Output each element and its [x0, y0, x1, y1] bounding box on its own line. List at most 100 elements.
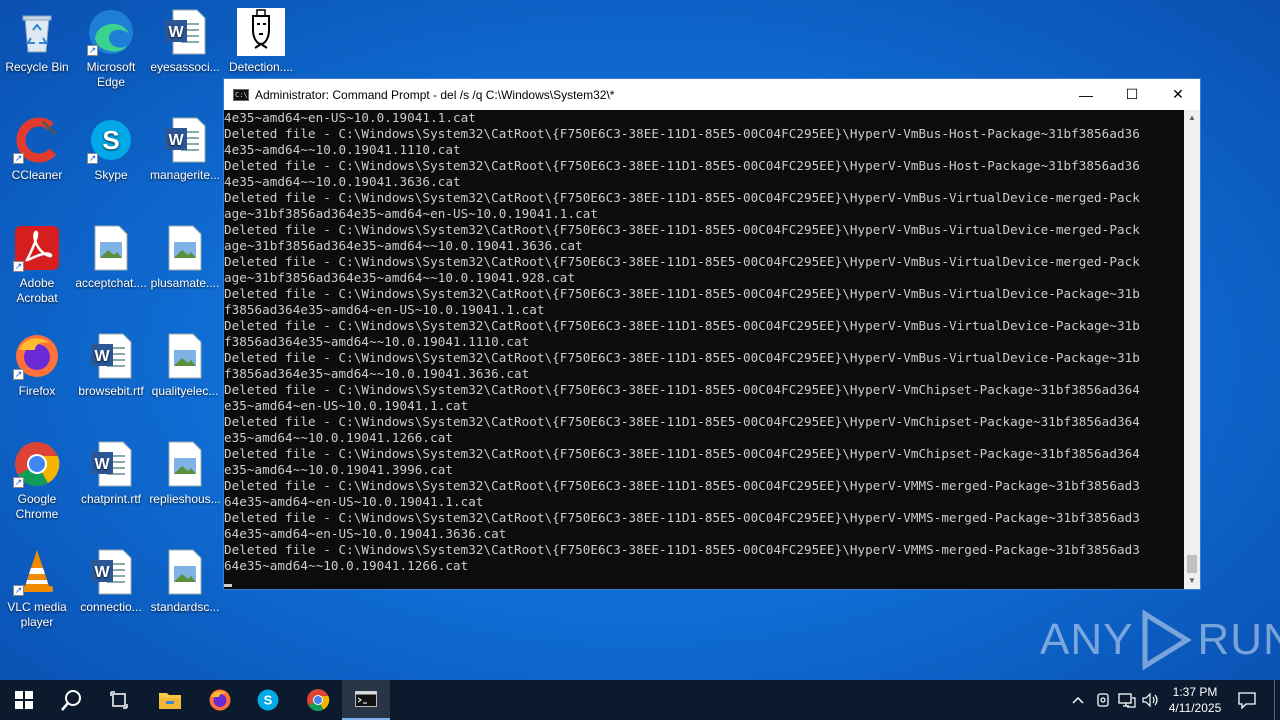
- ccleaner-icon: ↗: [13, 116, 62, 164]
- chevron-up-icon: [1072, 696, 1084, 704]
- maximize-icon: ☐: [1125, 86, 1139, 102]
- command-prompt-icon: C:\: [233, 88, 249, 101]
- desktop-icon-label: acceptchat....: [75, 276, 147, 290]
- desktop-icon-detection[interactable]: Detection....: [224, 8, 298, 75]
- window-title: Administrator: Command Prompt - del /s /…: [255, 87, 615, 102]
- maximize-button[interactable]: ☐: [1109, 79, 1155, 110]
- command-prompt-window[interactable]: C:\ Administrator: Command Prompt - del …: [223, 78, 1201, 590]
- scroll-down-arrow-icon[interactable]: ▼: [1184, 573, 1200, 589]
- search-button[interactable]: [48, 680, 96, 720]
- shortcut-arrow-icon: ↗: [13, 261, 24, 272]
- close-button[interactable]: ✕: [1155, 79, 1201, 110]
- taskbar-chrome[interactable]: [294, 680, 342, 720]
- shortcut-arrow-icon: ↗: [87, 153, 98, 164]
- desktop-icon-label: Microsoft Edge: [86, 60, 136, 89]
- start-button[interactable]: [0, 680, 48, 720]
- desktop-icon-label: Recycle Bin: [5, 60, 69, 74]
- desktop-icon-eyesassoci[interactable]: W eyesassoci...: [148, 8, 222, 75]
- tray-volume-button[interactable]: [1140, 680, 1162, 720]
- command-prompt-icon: [355, 691, 377, 707]
- watermark-text-right: RUN: [1197, 615, 1280, 664]
- word-document-icon: W: [87, 548, 135, 596]
- console-text: 4e35~amd64~en-US~10.0.19041.1.cat Delete…: [224, 110, 1140, 573]
- close-icon: ✕: [1172, 86, 1184, 102]
- image-file-icon: [161, 440, 209, 488]
- desktop-icon-recycle-bin[interactable]: Recycle Bin: [0, 8, 74, 75]
- scroll-up-arrow-icon[interactable]: ▲: [1184, 110, 1200, 126]
- desktop-icon-chatprint[interactable]: W chatprint.rtf: [74, 440, 148, 507]
- desktop-icon-managerite[interactable]: W managerite...: [148, 116, 222, 183]
- image-file-icon: [161, 224, 209, 272]
- scrollbar-thumb[interactable]: [1187, 555, 1197, 573]
- vlc-cone-icon: ↗: [13, 548, 61, 596]
- task-view-button[interactable]: [96, 680, 144, 720]
- desktop-icon-adobe-acrobat[interactable]: ↗ Adobe Acrobat: [0, 224, 74, 306]
- play-logo-icon: [1142, 610, 1193, 670]
- desktop-icon-google-chrome[interactable]: ↗ Google Chrome: [0, 440, 74, 522]
- svg-text:S: S: [102, 125, 119, 155]
- desktop-icon-label: plusamate....: [150, 276, 220, 290]
- taskbar-command-prompt[interactable]: [342, 680, 390, 720]
- desktop-icon-label: Adobe Acrobat: [16, 276, 58, 305]
- taskbar-clock[interactable]: 1:37 PM 4/11/2025: [1160, 684, 1230, 716]
- desktop-icon-standardsc[interactable]: standardsc...: [148, 548, 222, 615]
- minimize-icon: —: [1079, 86, 1093, 103]
- firefox-icon: ↗: [13, 332, 61, 380]
- show-hidden-icons-button[interactable]: [1068, 680, 1088, 720]
- image-file-icon: [161, 332, 209, 380]
- chrome-icon: [307, 689, 330, 711]
- desktop-icon-vlc[interactable]: ↗ VLC media player: [0, 548, 74, 630]
- notification-icon: [1238, 692, 1256, 709]
- desktop-icon-label: Firefox: [18, 384, 56, 398]
- word-document-icon: W: [87, 440, 135, 488]
- desktop-icon-browsebit[interactable]: W browsebit.rtf: [74, 332, 148, 399]
- desktop-icon-qualityelec[interactable]: qualityelec...: [148, 332, 222, 399]
- console-cursor: [224, 584, 232, 587]
- skype-icon: S ↗: [87, 116, 135, 164]
- desktop-icon-firefox[interactable]: ↗ Firefox: [0, 332, 74, 399]
- minimize-button[interactable]: —: [1063, 79, 1109, 110]
- adobe-acrobat-icon: ↗: [13, 224, 61, 272]
- desktop-icon-label: managerite...: [149, 168, 221, 182]
- svg-text:S: S: [264, 693, 273, 708]
- svg-text:W: W: [94, 564, 110, 581]
- desktop-icon-label: eyesassoci...: [150, 60, 220, 74]
- taskbar-skype[interactable]: S: [244, 680, 292, 720]
- chrome-icon: ↗: [13, 440, 61, 488]
- desktop-icon-acceptchat[interactable]: acceptchat....: [74, 224, 148, 291]
- clock-time: 1:37 PM: [1172, 685, 1218, 699]
- desktop-icon-label: standardsc...: [150, 600, 220, 614]
- windows-logo-icon: [15, 691, 33, 709]
- svg-text:W: W: [168, 24, 184, 41]
- anyrun-watermark: ANY RUN: [1040, 610, 1280, 670]
- show-desktop-button[interactable]: [1274, 680, 1275, 720]
- window-titlebar[interactable]: C:\ Administrator: Command Prompt - del …: [224, 79, 1200, 110]
- desktop-icon-connectio[interactable]: W connectio...: [74, 548, 148, 615]
- task-view-icon: [110, 691, 128, 709]
- action-center-button[interactable]: [1236, 680, 1258, 720]
- desktop-icon-microsoft-edge[interactable]: ↗ Microsoft Edge: [74, 8, 148, 90]
- taskbar: S 1:37 PM 4/11/2025: [0, 680, 1280, 720]
- desktop-icon-label: connectio...: [80, 600, 142, 614]
- tray-network-button[interactable]: [1116, 680, 1138, 720]
- word-document-icon: W: [87, 332, 135, 380]
- tray-device-button[interactable]: [1092, 680, 1114, 720]
- desktop-icon-plusamate[interactable]: plusamate....: [148, 224, 222, 291]
- console-output[interactable]: 4e35~amd64~en-US~10.0.19041.1.cat Delete…: [224, 110, 1184, 589]
- desktop-icon-label: Detection....: [228, 60, 294, 74]
- shortcut-arrow-icon: ↗: [13, 369, 24, 380]
- desktop-icon-replieshous[interactable]: replieshous...: [148, 440, 222, 507]
- desktop-icon-skype[interactable]: S ↗ Skype: [74, 116, 148, 183]
- image-file-icon: [87, 224, 135, 272]
- vertical-scrollbar[interactable]: ▲ ▼: [1184, 110, 1200, 589]
- taskbar-firefox[interactable]: [196, 680, 244, 720]
- desktop-icon-ccleaner[interactable]: ↗ CCleaner: [0, 116, 74, 183]
- edge-icon: ↗: [87, 8, 135, 56]
- desktop-icon-label: Skype: [94, 168, 128, 182]
- desktop-icon-label: replieshous...: [149, 492, 221, 506]
- shortcut-arrow-icon: ↗: [13, 153, 24, 164]
- desktop-icon-label: CCleaner: [11, 168, 63, 182]
- recycle-bin-icon: [13, 8, 61, 56]
- taskbar-file-explorer[interactable]: [146, 680, 194, 720]
- svg-text:W: W: [94, 456, 110, 473]
